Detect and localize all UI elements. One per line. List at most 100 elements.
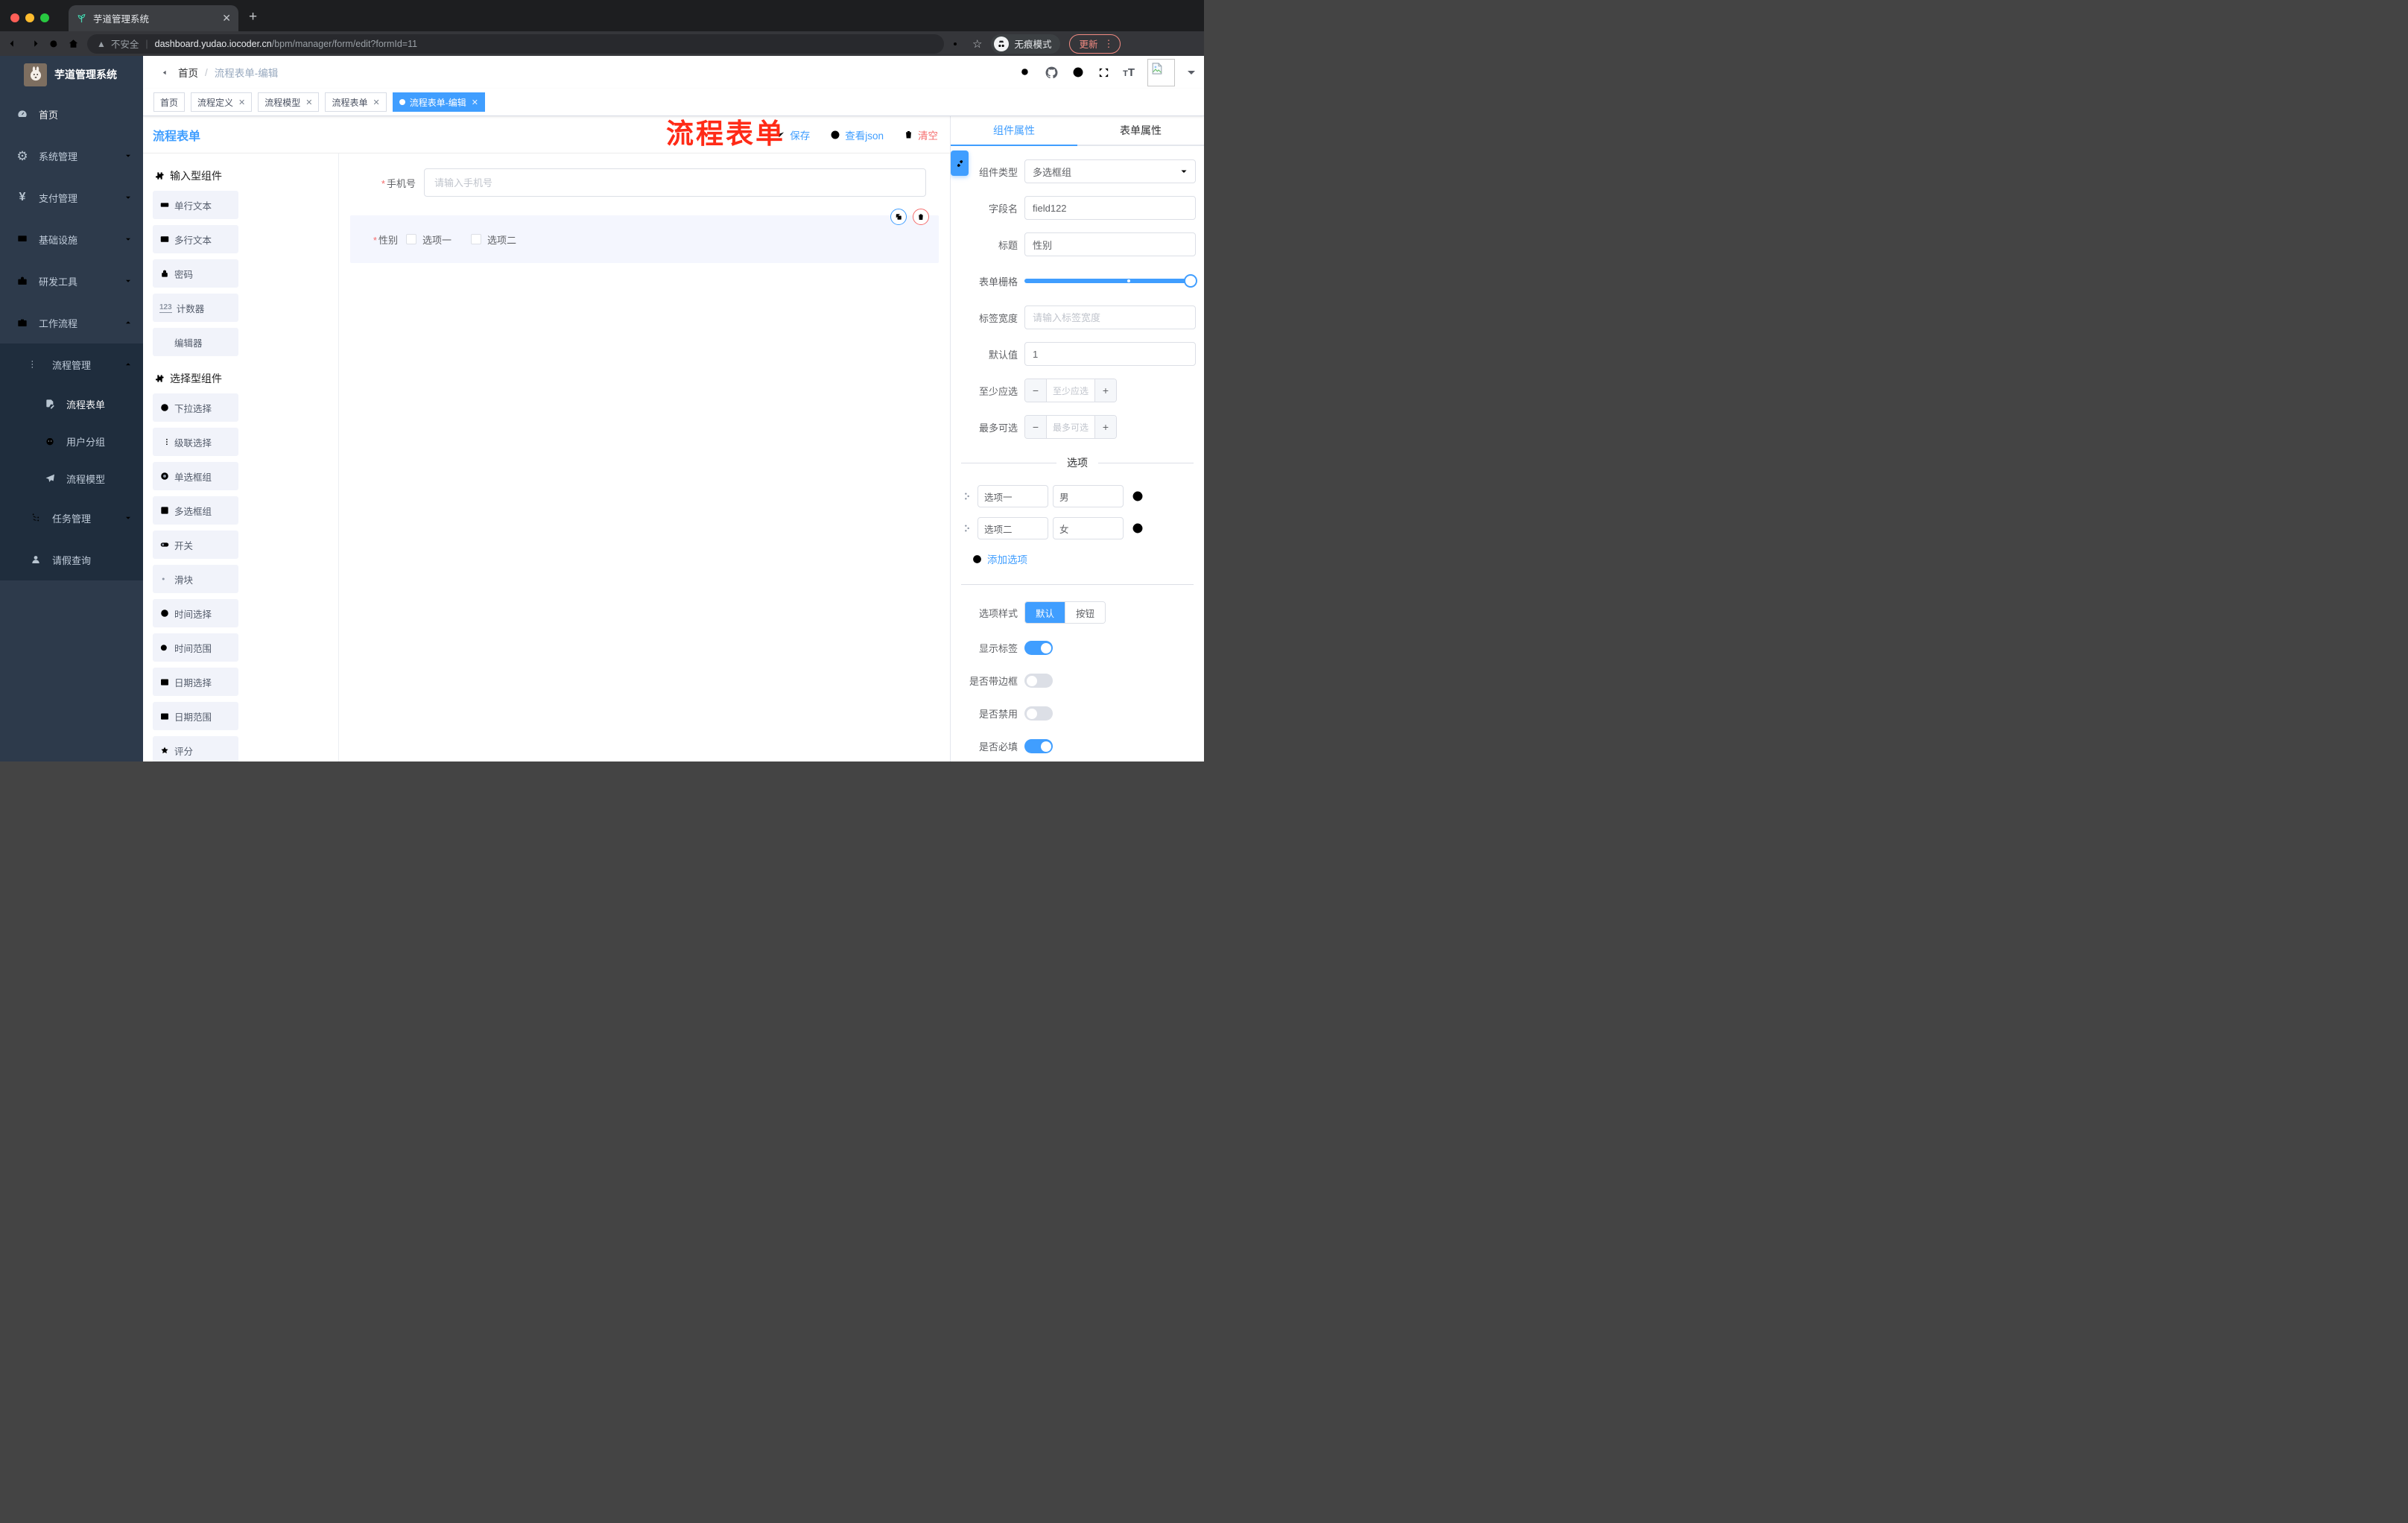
label-width-input[interactable] [1024, 305, 1196, 329]
minimize-window-button[interactable] [25, 13, 34, 22]
phone-field-input[interactable] [424, 168, 926, 197]
help-icon[interactable] [1071, 66, 1085, 79]
tag-process-form[interactable]: 流程表单 ✕ [325, 92, 387, 112]
component-slider[interactable]: 滑块 [153, 565, 238, 593]
not-secure-label[interactable]: 不安全 [111, 37, 139, 51]
component-password[interactable]: 密码 [153, 259, 238, 288]
grid-slider[interactable] [1024, 269, 1197, 293]
remove-option-icon[interactable] [1131, 522, 1144, 535]
browser-tab[interactable]: 芋道管理系统 ✕ [69, 5, 238, 31]
increase-button[interactable]: + [1094, 379, 1116, 402]
sidebar-item-home[interactable]: 首页 [0, 93, 143, 135]
phone-field-row[interactable]: * 手机号 [364, 168, 939, 197]
url-text[interactable]: dashboard.yudao.iocoder.cn/bpm/manager/f… [155, 39, 417, 49]
reload-icon[interactable] [48, 38, 60, 50]
field-name-input[interactable] [1024, 196, 1196, 220]
component-type-select[interactable] [1024, 159, 1196, 183]
sidebar-item-system[interactable]: ⚙ 系统管理 [0, 135, 143, 177]
decrease-button[interactable]: − [1025, 379, 1047, 402]
stepper-placeholder[interactable]: 最多可选 [1047, 416, 1094, 438]
sidebar-item-devtools[interactable]: 研发工具 [0, 260, 143, 302]
password-key-icon[interactable] [951, 38, 963, 50]
component-time-picker[interactable]: 时间选择 [153, 599, 238, 627]
close-icon[interactable]: ✕ [373, 98, 380, 107]
component-rate[interactable]: 评分 [153, 736, 238, 762]
component-time-range[interactable]: 时间范围 [153, 633, 238, 662]
sidebar-item-user-group[interactable]: 用户分组 [0, 422, 143, 460]
component-radio-group[interactable]: 单选框组 [153, 462, 238, 490]
component-select[interactable]: 下拉选择 [153, 393, 238, 422]
back-icon[interactable] [7, 37, 20, 50]
home-icon[interactable] [67, 37, 80, 50]
option-label-input[interactable] [978, 517, 1048, 539]
font-size-icon[interactable]: TT [1123, 66, 1135, 79]
avatar-dropdown-caret-icon[interactable] [1188, 71, 1195, 78]
slider-track[interactable] [1024, 274, 1197, 288]
hamburger-icon[interactable] [153, 66, 168, 80]
close-icon[interactable]: ✕ [305, 98, 312, 107]
new-tab-button[interactable]: + [238, 9, 257, 31]
link-tag[interactable] [951, 151, 969, 176]
maximize-window-button[interactable] [40, 13, 49, 22]
sidebar-item-process-mgmt[interactable]: 流程管理 [0, 343, 143, 385]
show-label-toggle[interactable] [1024, 641, 1053, 655]
close-icon[interactable]: ✕ [238, 98, 245, 107]
sidebar-item-process-form[interactable]: 流程表单 [0, 385, 143, 422]
title-input[interactable] [1024, 232, 1196, 256]
component-editor[interactable]: 编辑器 [153, 328, 238, 356]
increase-button[interactable]: + [1094, 416, 1116, 438]
component-checkbox-group[interactable]: 多选框组 [153, 496, 238, 525]
sidebar-item-workflow[interactable]: 工作流程 [0, 302, 143, 343]
add-option-button[interactable]: 添加选项 [972, 551, 1204, 566]
selected-component-gender[interactable]: * 性别 选项一 选项二 [350, 209, 939, 263]
view-json-button[interactable]: 查看json [829, 127, 884, 142]
sidebar-item-infra[interactable]: 基础设施 [0, 218, 143, 260]
clear-button[interactable]: 清空 [903, 127, 938, 142]
option-label-input[interactable] [978, 485, 1048, 507]
forward-icon[interactable] [28, 37, 40, 50]
slider-handle[interactable] [1184, 274, 1197, 288]
decrease-button[interactable]: − [1025, 416, 1047, 438]
tab-component-props[interactable]: 组件属性 [951, 116, 1077, 146]
close-tab-icon[interactable]: ✕ [222, 12, 231, 25]
component-date-picker[interactable]: 日期选择 [153, 668, 238, 696]
sidebar-item-leave-query[interactable]: 请假查询 [0, 539, 143, 580]
style-default-button[interactable]: 默认 [1025, 602, 1065, 623]
component-cascader[interactable]: 级联选择 [153, 428, 238, 456]
address-bar[interactable]: ▲ 不安全 | dashboard.yudao.iocoder.cn/bpm/m… [87, 34, 944, 54]
update-button[interactable]: 更新 ⋮ [1069, 34, 1121, 54]
delete-component-button[interactable] [913, 209, 929, 225]
breadcrumb-home[interactable]: 首页 [178, 65, 198, 80]
component-single-text[interactable]: 单行文本 [153, 191, 238, 219]
tag-home[interactable]: 首页 [153, 92, 186, 112]
bookmark-star-icon[interactable]: ☆ [972, 37, 982, 51]
checkbox-option-1[interactable]: 选项一 [406, 232, 452, 247]
tag-process-form-edit[interactable]: 流程表单-编辑 ✕ [392, 92, 485, 112]
tag-process-model[interactable]: 流程模型 ✕ [258, 92, 320, 112]
close-icon[interactable]: ✕ [472, 98, 478, 107]
drag-handle-icon[interactable] [961, 522, 973, 534]
sidebar-item-task-mgmt[interactable]: 任务管理 [0, 497, 143, 539]
style-button-button[interactable]: 按钮 [1065, 602, 1106, 623]
component-multi-text[interactable]: 多行文本 [153, 225, 238, 253]
drag-handle-icon[interactable] [961, 490, 973, 502]
option-value-input[interactable] [1053, 517, 1124, 539]
component-date-range[interactable]: 日期范围 [153, 702, 238, 730]
browser-menu-icon[interactable]: ⋮ [1103, 38, 1113, 50]
disabled-toggle[interactable] [1024, 706, 1053, 721]
remove-option-icon[interactable] [1131, 490, 1144, 503]
avatar[interactable] [1147, 58, 1175, 86]
github-icon[interactable] [1045, 66, 1059, 80]
tag-process-definition[interactable]: 流程定义 ✕ [191, 92, 253, 112]
option-value-input[interactable] [1053, 485, 1124, 507]
sidebar-item-payment[interactable]: ¥ 支付管理 [0, 177, 143, 218]
border-toggle[interactable] [1024, 674, 1053, 688]
fullscreen-icon[interactable] [1097, 66, 1110, 79]
copy-component-button[interactable] [890, 209, 907, 225]
component-type-value[interactable] [1024, 159, 1196, 183]
component-counter[interactable]: 123 计数器 [153, 294, 238, 322]
checkbox-option-2[interactable]: 选项二 [471, 232, 516, 247]
close-window-button[interactable] [10, 13, 19, 22]
search-icon[interactable] [1019, 66, 1032, 79]
sidebar-item-process-model[interactable]: 流程模型 [0, 460, 143, 497]
